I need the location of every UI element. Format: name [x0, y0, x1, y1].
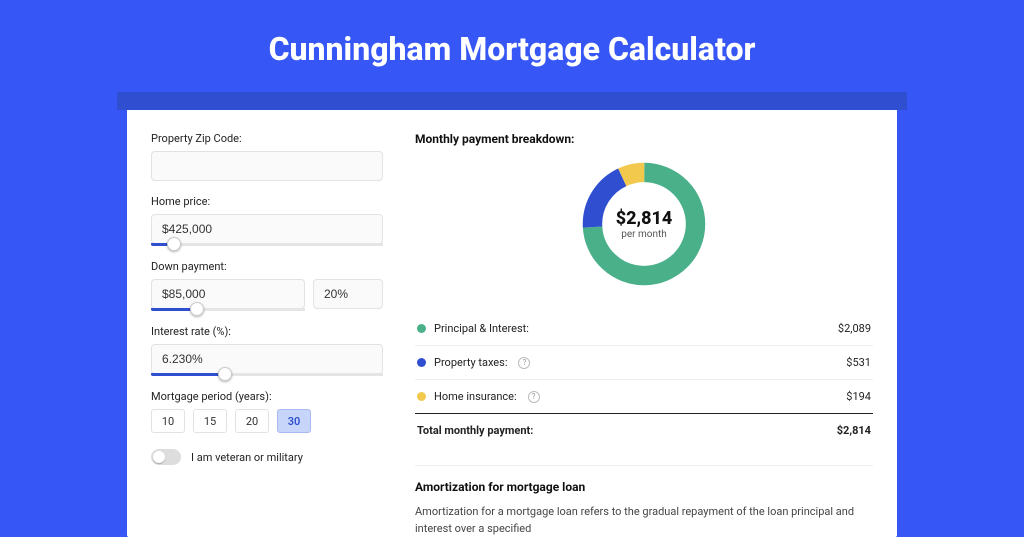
- veteran-label: I am veteran or military: [191, 451, 303, 464]
- legend-label: Principal & Interest:: [434, 322, 529, 335]
- down-payment-pct-input[interactable]: [313, 279, 383, 309]
- legend-value: $194: [846, 390, 871, 403]
- home-price-input[interactable]: [151, 214, 383, 244]
- zip-field-group: Property Zip Code:: [151, 132, 383, 181]
- total-value: $2,814: [837, 424, 871, 437]
- veteran-toggle[interactable]: [151, 449, 181, 465]
- dot-icon: [417, 392, 426, 401]
- period-option-10[interactable]: 10: [151, 409, 185, 433]
- amortization-section: Amortization for mortgage loan Amortizat…: [415, 465, 873, 537]
- amortization-text: Amortization for a mortgage loan refers …: [415, 504, 873, 537]
- donut-chart: $2,814 per month: [415, 156, 873, 292]
- period-group: Mortgage period (years): 10 15 20 30: [151, 390, 383, 433]
- slider-knob-icon[interactable]: [218, 367, 232, 381]
- legend-property-taxes: Property taxes: ? $531: [415, 345, 873, 379]
- zip-label: Property Zip Code:: [151, 132, 383, 145]
- down-payment-input[interactable]: [151, 279, 305, 309]
- interest-slider[interactable]: [151, 373, 225, 376]
- info-icon[interactable]: ?: [528, 391, 540, 403]
- dot-icon: [417, 358, 426, 367]
- home-price-slider[interactable]: [151, 243, 174, 246]
- veteran-row: I am veteran or military: [151, 449, 383, 465]
- legend-value: $2,089: [838, 322, 871, 335]
- inputs-panel: Property Zip Code: Home price: Down paym…: [127, 104, 407, 537]
- legend-home-insurance: Home insurance: ? $194: [415, 379, 873, 413]
- page-title: Cunningham Mortgage Calculator: [0, 0, 1024, 92]
- breakdown-panel: Monthly payment breakdown: $2,814 per mo…: [407, 104, 897, 537]
- period-option-15[interactable]: 15: [193, 409, 227, 433]
- interest-group: Interest rate (%):: [151, 325, 383, 376]
- down-payment-group: Down payment:: [151, 260, 383, 311]
- info-icon[interactable]: ?: [518, 357, 530, 369]
- down-payment-label: Down payment:: [151, 260, 383, 273]
- donut-amount: $2,814: [616, 208, 673, 229]
- legend-total: Total monthly payment: $2,814: [415, 413, 873, 447]
- dot-icon: [417, 324, 426, 333]
- legend-value: $531: [846, 356, 871, 369]
- down-payment-slider[interactable]: [151, 308, 197, 311]
- interest-input[interactable]: [151, 344, 383, 374]
- home-price-label: Home price:: [151, 195, 383, 208]
- home-price-group: Home price:: [151, 195, 383, 246]
- legend-principal-interest: Principal & Interest: $2,089: [415, 312, 873, 345]
- zip-input[interactable]: [151, 151, 383, 181]
- period-label: Mortgage period (years):: [151, 390, 383, 403]
- calculator-card: Property Zip Code: Home price: Down paym…: [127, 104, 897, 537]
- period-option-30[interactable]: 30: [277, 409, 311, 433]
- breakdown-title: Monthly payment breakdown:: [415, 132, 873, 146]
- slider-knob-icon[interactable]: [190, 302, 204, 316]
- legend-label: Home insurance:: [434, 390, 517, 403]
- legend-label: Property taxes:: [434, 356, 507, 369]
- donut-subtext: per month: [621, 229, 667, 240]
- total-label: Total monthly payment:: [417, 424, 533, 437]
- slider-knob-icon[interactable]: [167, 237, 181, 251]
- card-shadow: [117, 92, 907, 110]
- interest-label: Interest rate (%):: [151, 325, 383, 338]
- period-option-20[interactable]: 20: [235, 409, 269, 433]
- amortization-title: Amortization for mortgage loan: [415, 480, 873, 494]
